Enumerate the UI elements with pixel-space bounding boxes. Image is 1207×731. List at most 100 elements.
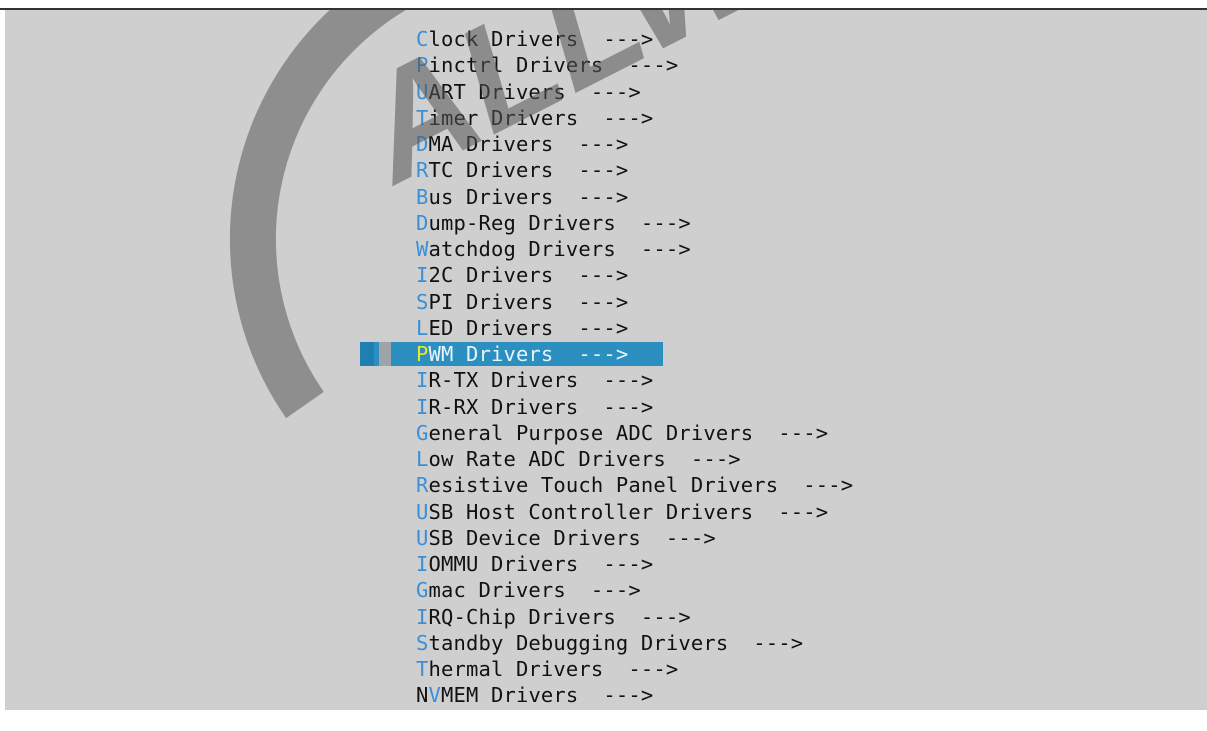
menu-item-text: Watchdog Drivers --->: [416, 237, 691, 261]
menu-item[interactable]: Bus Drivers --->: [416, 184, 853, 210]
menu-item-label: MA Drivers --->: [428, 132, 629, 156]
menu-item-text: Dump-Reg Drivers --->: [416, 211, 691, 235]
menu-item-label: atchdog Drivers --->: [428, 237, 691, 261]
menu-item[interactable]: USB Device Drivers --->: [416, 525, 853, 551]
menu-item-hotkey: P: [416, 53, 429, 78]
menu-item-hotkey: R: [416, 158, 429, 183]
menu-item-text: NVMEM Drivers --->: [416, 683, 653, 707]
menu-item-hotkey: I: [416, 552, 429, 576]
menu-item-hotkey: W: [416, 237, 429, 261]
menu-item-text: USB Host Controller Drivers --->: [416, 500, 828, 524]
menu-item-text: Timer Drivers --->: [416, 106, 653, 130]
menu-item-text: Standby Debugging Drivers --->: [416, 631, 803, 655]
selection-marker: [379, 342, 391, 366]
menu-item[interactable]: UART Drivers --->: [416, 79, 853, 105]
menu-item[interactable]: Low Rate ADC Drivers --->: [416, 446, 853, 472]
menu-item-text: Pinctrl Drivers --->: [416, 53, 678, 77]
menu-item-hotkey: G: [416, 420, 429, 445]
menu-item-text: USB Device Drivers --->: [416, 526, 716, 550]
menu-item-text: I2C Drivers --->: [416, 263, 628, 287]
menu-item-hotkey: L: [416, 447, 429, 471]
menu-item-text: SPI Drivers --->: [416, 290, 628, 314]
menu-item[interactable]: Clock Drivers --->: [416, 26, 853, 52]
menu-item-text: UART Drivers --->: [416, 80, 641, 104]
menu-item[interactable]: IOMMU Drivers --->: [416, 551, 853, 577]
menu-item-hotkey: S: [416, 289, 429, 314]
menu-item-selected[interactable]: PWM Drivers --->: [360, 341, 853, 367]
menu-item[interactable]: Timer Drivers --->: [416, 105, 853, 131]
menu-item-label: eneral Purpose ADC Drivers --->: [428, 420, 829, 445]
menu-item-text: Bus Drivers --->: [416, 185, 628, 209]
menu-item-text: IRQ-Chip Drivers --->: [416, 605, 691, 629]
menu-item-hotkey: L: [416, 315, 429, 340]
menu-item[interactable]: Watchdog Drivers --->: [416, 236, 853, 262]
menu-item-label: OMMU Drivers --->: [428, 552, 654, 576]
menu-item[interactable]: Standby Debugging Drivers --->: [416, 630, 853, 656]
menu-item-text: IOMMU Drivers --->: [416, 552, 653, 576]
menu-item-hotkey: G: [416, 578, 429, 603]
menu-item-label: hermal Drivers --->: [428, 657, 679, 681]
menu-item-hotkey: D: [416, 132, 429, 156]
menu-item-text: IR-RX Drivers --->: [416, 395, 653, 419]
menu-item-text: Low Rate ADC Drivers --->: [416, 447, 741, 471]
menu-item-label: ART Drivers --->: [428, 79, 641, 104]
menu-item-label: esistive Touch Panel Drivers --->: [428, 473, 854, 498]
menu-item-label: WM Drivers --->: [428, 342, 629, 366]
menu-item[interactable]: I2C Drivers --->: [416, 262, 853, 288]
menu-item-hotkey: I: [416, 368, 429, 393]
menu-item-label: ED Drivers --->: [428, 315, 629, 340]
menu-item-label: RQ-Chip Drivers --->: [428, 604, 691, 629]
menu-item-label: us Drivers --->: [428, 184, 629, 209]
menu-item[interactable]: Gmac Drivers --->: [416, 577, 853, 603]
menu-item-text: DMA Drivers --->: [416, 132, 628, 156]
menu-item-label: MEM Drivers --->: [441, 683, 654, 708]
menu-item-label: SB Host Controller Drivers --->: [428, 499, 829, 524]
driver-menu-list: Clock Drivers ---> Pinctrl Drivers ---> UA…: [360, 26, 853, 710]
menu-item-label: TC Drivers --->: [428, 158, 629, 183]
menu-item-text: General Purpose ADC Drivers --->: [416, 421, 828, 445]
menu-item[interactable]: USB Host Controller Drivers --->: [416, 499, 853, 525]
menu-item-hotkey: I: [416, 604, 429, 629]
menu-item-hotkey: D: [416, 210, 429, 235]
menu-item-text: IR-TX Drivers --->: [416, 368, 653, 392]
menu-item-text: LED Drivers --->: [416, 316, 628, 340]
menu-item-text: Thermal Drivers --->: [416, 657, 678, 681]
menu-item-text: Clock Drivers --->: [416, 27, 653, 51]
menu-item-hotkey: R: [416, 473, 429, 498]
menu-item[interactable]: SPI Drivers --->: [416, 289, 853, 315]
selection-marker: [360, 342, 374, 366]
menu-item[interactable]: DMA Drivers --->: [416, 131, 853, 157]
menu-item[interactable]: RTC Drivers --->: [416, 157, 853, 183]
menu-item-text: PWM Drivers --->: [416, 342, 628, 366]
menu-item-label: mac Drivers --->: [428, 578, 641, 603]
menu-item[interactable]: Dump-Reg Drivers --->: [416, 210, 853, 236]
menu-item[interactable]: IR-TX Drivers --->: [416, 367, 853, 393]
menu-item[interactable]: General Purpose ADC Drivers --->: [416, 420, 853, 446]
menu-item[interactable]: LED Drivers --->: [416, 315, 853, 341]
menu-item[interactable]: Resistive Touch Panel Drivers --->: [416, 472, 853, 498]
menu-item-label: imer Drivers --->: [428, 105, 654, 130]
menu-item-label: tandby Debugging Drivers --->: [428, 630, 804, 655]
menu-item-text: Resistive Touch Panel Drivers --->: [416, 473, 853, 497]
menu-item-label: 2C Drivers --->: [428, 263, 629, 288]
menu-item-text: RTC Drivers --->: [416, 158, 628, 182]
menu-item-hotkey: T: [416, 105, 429, 130]
menu-item-label: inctrl Drivers --->: [428, 53, 679, 78]
menu-item-label: PI Drivers --->: [428, 289, 629, 314]
menu-item[interactable]: IR-RX Drivers --->: [416, 394, 853, 420]
menu-item-hotkey: B: [416, 184, 429, 209]
menu-item-label: SB Device Drivers --->: [428, 525, 716, 550]
menu-item[interactable]: Pinctrl Drivers --->: [416, 52, 853, 78]
menu-item-hotkey: U: [416, 79, 429, 104]
menu-item-hotkey: I: [416, 263, 429, 288]
menu-item-label: ump-Reg Drivers --->: [428, 210, 691, 235]
menu-item[interactable]: NVMEM Drivers --->: [416, 682, 853, 708]
menu-item-hotkey: T: [416, 657, 429, 681]
menu-item-label: R-RX Drivers --->: [428, 394, 654, 419]
menu-item[interactable]: Thermal Drivers --->: [416, 656, 853, 682]
menu-item-text: Gmac Drivers --->: [416, 578, 641, 602]
menu-item[interactable]: IRQ-Chip Drivers --->: [416, 604, 853, 630]
menu-item-hotkey: C: [416, 27, 429, 51]
menu-item-hotkey: U: [416, 499, 429, 524]
menu-item-hotkey: S: [416, 630, 429, 655]
